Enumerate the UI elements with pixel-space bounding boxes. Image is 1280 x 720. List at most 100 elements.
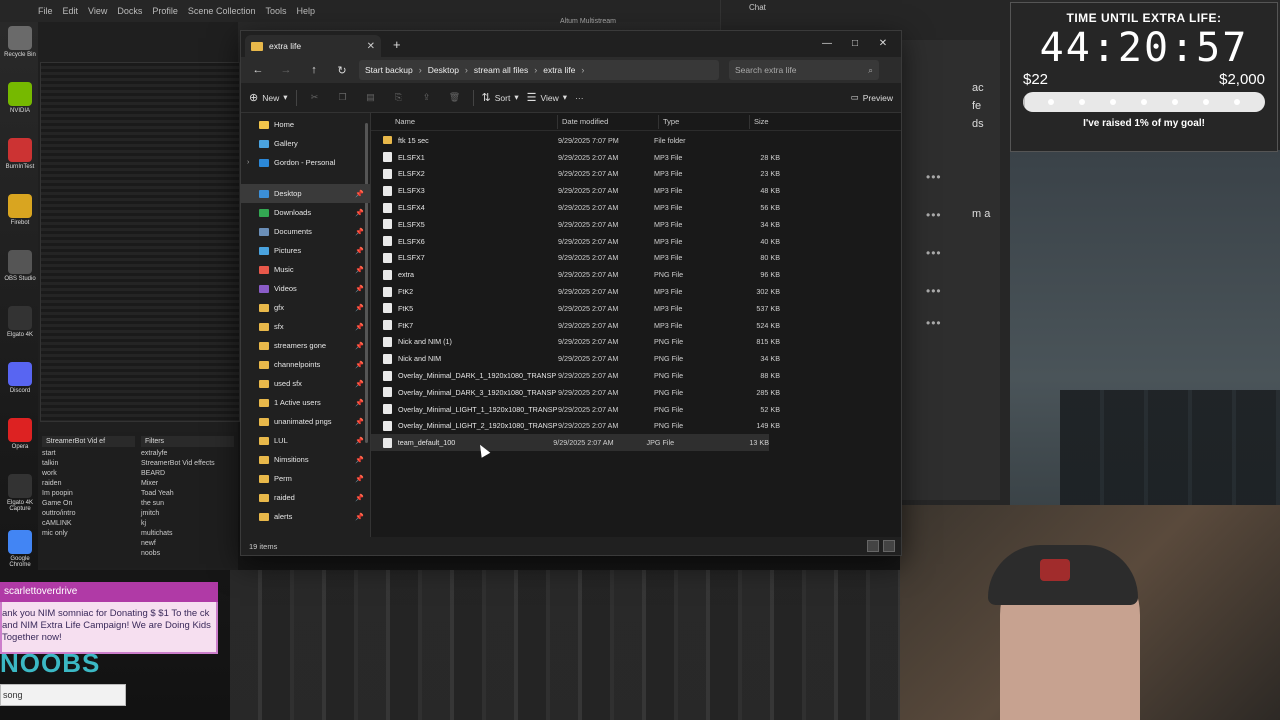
more-icon[interactable]: ••• [926,316,942,330]
pin-icon[interactable]: 📌 [355,513,364,521]
more-icon[interactable]: ••• [926,284,942,298]
pin-icon[interactable]: 📌 [355,418,364,426]
pin-icon[interactable]: 📌 [355,266,364,274]
minimize-button[interactable]: — [813,33,841,53]
pin-icon[interactable]: 📌 [355,361,364,369]
file-row[interactable]: ftk 15 sec 9/29/2025 7:07 PM File folder [371,132,901,149]
file-row[interactable]: extra 9/29/2025 2:07 AM PNG File 96 KB [371,266,901,283]
file-row[interactable]: Overlay_Minimal_DARK_1_1920x1080_TRANSP 9… [371,367,901,384]
file-row[interactable]: FtK2 9/29/2025 2:07 AM MP3 File 302 KB [371,283,901,300]
nav-item[interactable]: used sfx 📌 [241,374,370,393]
scene-item[interactable]: start [42,449,135,459]
file-row[interactable]: ELSFX6 9/29/2025 2:07 AM MP3 File 40 KB [371,233,901,250]
scene-item[interactable]: outtro/intro [42,509,135,519]
file-row[interactable]: FtK5 9/29/2025 2:07 AM MP3 File 537 KB [371,300,901,317]
desktop-icon[interactable]: Recycle Bin [0,20,40,76]
refresh-button[interactable]: ↻ [331,60,353,80]
nav-item[interactable]: alerts 📌 [241,507,370,526]
close-button[interactable]: ✕ [869,33,897,53]
obs-menu-item[interactable]: Edit [63,6,79,16]
scene-item[interactable]: cAMLINK [42,519,135,529]
copy-icon[interactable]: ❐ [333,90,353,106]
nav-item[interactable]: Music 📌 [241,260,370,279]
obs-menu-item[interactable]: Profile [152,6,178,16]
up-button[interactable]: ↑ [303,60,325,80]
file-row[interactable]: ELSFX4 9/29/2025 2:07 AM MP3 File 56 KB [371,199,901,216]
source-item[interactable]: BEARD [141,469,234,479]
nav-item[interactable]: Videos 📌 [241,279,370,298]
file-row[interactable]: Nick and NIM (1) 9/29/2025 2:07 AM PNG Fil… [371,334,901,351]
desktop-icon[interactable]: OBS Studio [0,244,40,300]
tab-extra-life[interactable]: extra life ✕ [245,35,381,57]
file-row[interactable]: ELSFX7 9/29/2025 2:07 AM MP3 File 80 KB [371,250,901,267]
share-icon[interactable]: ⇪ [417,90,437,106]
paste-icon[interactable]: ▤ [361,90,381,106]
pin-icon[interactable]: 📌 [355,285,364,293]
sort-button[interactable]: ⇅ Sort ▾ [482,91,519,104]
scene-item[interactable]: raiden [42,479,135,489]
obs-menu-item[interactable]: Docks [117,6,142,16]
pin-icon[interactable]: 📌 [355,323,364,331]
rename-icon[interactable]: ⎘ [389,90,409,106]
tiles-view-toggle[interactable] [883,540,895,552]
pin-icon[interactable]: 📌 [355,247,364,255]
crumb-stream-all-files[interactable]: stream all files [474,65,528,75]
source-item[interactable]: Mixer [141,479,234,489]
col-date[interactable]: Date modified [562,117,658,126]
scene-item[interactable]: Im poopin [42,489,135,499]
desktop-icon[interactable]: BurnInTest [0,132,40,188]
col-type[interactable]: Type [663,117,749,126]
breadcrumb[interactable]: Start backup › Desktop › stream all file… [359,60,719,80]
more-icon[interactable]: ••• [926,170,942,184]
obs-menu-item[interactable]: File [38,6,53,16]
nav-item[interactable]: raided 📌 [241,488,370,507]
file-row[interactable]: Overlay_Minimal_LIGHT_1_1920x1080_TRANSP… [371,401,901,418]
desktop-icon[interactable]: NVIDIA [0,76,40,132]
pin-icon[interactable]: 📌 [355,437,364,445]
scene-item[interactable]: talkin [42,459,135,469]
delete-icon[interactable]: 🗑 [445,90,465,106]
pin-icon[interactable]: 📌 [355,190,364,198]
pin-icon[interactable]: 📌 [355,494,364,502]
scene-item[interactable]: mic only [42,529,135,539]
file-row[interactable]: Overlay_Minimal_DARK_3_1920x1080_TRANSP 9… [371,384,901,401]
obs-menu-item[interactable]: Scene Collection [188,6,256,16]
nav-item[interactable]: unanimated pngs 📌 [241,412,370,431]
source-item[interactable]: StreamerBot Vid effects [141,459,234,469]
search-input[interactable]: Search extra life ⌕ [729,60,879,80]
file-row[interactable]: ELSFX1 9/29/2025 2:07 AM MP3 File 28 KB [371,149,901,166]
new-tab-button[interactable]: + [393,37,401,52]
crumb-extra-life[interactable]: extra life [543,65,575,75]
pin-icon[interactable]: 📌 [355,228,364,236]
desktop-icon[interactable]: Opera [0,412,40,468]
nav-item[interactable]: channelpoints 📌 [241,355,370,374]
pin-icon[interactable]: 📌 [355,304,364,312]
file-row[interactable]: Nick and NIM 9/29/2025 2:07 AM PNG File 34 … [371,350,901,367]
desktop-icon[interactable]: Elgato 4K Capture [0,468,40,524]
details-view-toggle[interactable] [867,540,879,552]
source-item[interactable]: jmitch [141,509,234,519]
crumb-start-backup[interactable]: Start backup [365,65,413,75]
nav-item[interactable]: Perm 📌 [241,469,370,488]
nav-item[interactable]: › Gordon - Personal [241,153,370,172]
nav-item[interactable]: Downloads 📌 [241,203,370,222]
file-row[interactable]: ELSFX2 9/29/2025 2:07 AM MP3 File 23 KB [371,166,901,183]
nav-item[interactable]: Desktop 📌 [241,184,370,203]
more-icon[interactable]: ••• [926,246,942,260]
desktop-icon[interactable]: Google Chrome [0,524,40,580]
pin-icon[interactable]: 📌 [355,399,364,407]
crumb-desktop[interactable]: Desktop [428,65,459,75]
pin-icon[interactable]: 📌 [355,456,364,464]
source-item[interactable]: Toad Yeah [141,489,234,499]
nav-item[interactable]: Gallery [241,134,370,153]
more-icon[interactable]: ••• [926,208,942,222]
file-row[interactable]: Overlay_Minimal_LIGHT_2_1920x1080_TRANSP… [371,418,901,435]
source-item[interactable]: newf [141,539,234,549]
col-name[interactable]: Name [395,117,557,126]
view-button[interactable]: ☰ View ▾ [527,91,567,104]
source-item[interactable]: noobs [141,549,234,559]
file-row[interactable]: ELSFX3 9/29/2025 2:07 AM MP3 File 48 KB [371,182,901,199]
obs-menu-item[interactable]: Help [296,6,315,16]
scene-item[interactable]: Game On [42,499,135,509]
more-options-button[interactable]: ··· [575,93,584,103]
